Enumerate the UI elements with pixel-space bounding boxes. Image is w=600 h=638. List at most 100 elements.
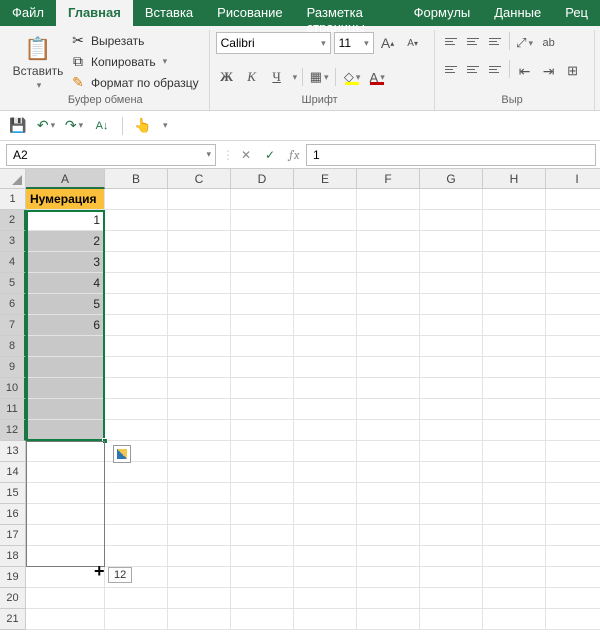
cell[interactable]	[294, 273, 357, 294]
row-header[interactable]: 6	[0, 294, 26, 315]
cell[interactable]	[420, 210, 483, 231]
bold-button[interactable]: Ж	[216, 66, 238, 88]
cell[interactable]	[483, 504, 546, 525]
cell[interactable]	[105, 336, 168, 357]
cell-A7[interactable]: 6	[26, 315, 105, 336]
cell[interactable]	[105, 315, 168, 336]
row-header[interactable]: 8	[0, 336, 26, 357]
row-header[interactable]: 9	[0, 357, 26, 378]
cell[interactable]	[483, 588, 546, 609]
fill-color-button[interactable]: ◇▾	[341, 66, 363, 88]
row-header[interactable]: 16	[0, 504, 26, 525]
align-left-button[interactable]	[441, 60, 461, 78]
cell[interactable]	[105, 609, 168, 630]
cell[interactable]	[357, 210, 420, 231]
cell[interactable]	[483, 294, 546, 315]
border-button[interactable]: ▦▾	[308, 66, 330, 88]
cell[interactable]	[294, 357, 357, 378]
cell[interactable]	[105, 525, 168, 546]
cell[interactable]	[546, 336, 600, 357]
cell[interactable]	[357, 567, 420, 588]
cell[interactable]	[483, 315, 546, 336]
cell[interactable]	[105, 504, 168, 525]
cell[interactable]	[483, 252, 546, 273]
cell[interactable]	[546, 189, 600, 210]
cell[interactable]	[168, 231, 231, 252]
cell[interactable]	[546, 252, 600, 273]
tab-data[interactable]: Данные	[482, 0, 553, 26]
cell[interactable]	[294, 420, 357, 441]
paste-button[interactable]: 📋 Вставить ▾	[12, 32, 64, 91]
cell[interactable]	[294, 252, 357, 273]
cell[interactable]	[546, 399, 600, 420]
row-header[interactable]: 18	[0, 546, 26, 567]
cell[interactable]	[546, 525, 600, 546]
cell[interactable]	[483, 378, 546, 399]
cell[interactable]	[105, 462, 168, 483]
cell[interactable]	[546, 567, 600, 588]
copy-button[interactable]: ⧉ Копировать ▾	[70, 53, 199, 70]
grow-font-button[interactable]: A▴	[377, 32, 399, 54]
cell[interactable]	[420, 588, 483, 609]
cell[interactable]	[105, 399, 168, 420]
row-header[interactable]: 1	[0, 189, 26, 210]
cell-A6[interactable]: 5	[26, 294, 105, 315]
cell[interactable]	[546, 483, 600, 504]
cell[interactable]	[420, 504, 483, 525]
cell[interactable]	[168, 357, 231, 378]
cell-A19[interactable]	[26, 567, 105, 588]
cell[interactable]	[231, 399, 294, 420]
name-box[interactable]: A2 ▾	[6, 144, 216, 166]
cell[interactable]	[231, 189, 294, 210]
col-header-E[interactable]: E	[294, 169, 357, 189]
cell[interactable]	[420, 189, 483, 210]
cell[interactable]	[420, 441, 483, 462]
cells-area[interactable]: Нумерация 1 2 3 4 5 6	[26, 189, 600, 630]
cell[interactable]	[231, 336, 294, 357]
tab-draw[interactable]: Рисование	[205, 0, 294, 26]
cell-A15[interactable]	[26, 483, 105, 504]
cell[interactable]	[483, 357, 546, 378]
cell[interactable]	[168, 483, 231, 504]
col-header-B[interactable]: B	[105, 169, 168, 189]
select-all-button[interactable]	[0, 169, 26, 189]
merge-button[interactable]: ⊞	[562, 60, 584, 82]
cell[interactable]	[483, 231, 546, 252]
col-header-C[interactable]: C	[168, 169, 231, 189]
cell[interactable]	[105, 588, 168, 609]
orientation-button[interactable]: ⤢▾	[514, 32, 536, 54]
cell[interactable]	[357, 546, 420, 567]
cell[interactable]	[168, 315, 231, 336]
cell[interactable]	[357, 504, 420, 525]
tab-pagelayout[interactable]: Разметка страницы	[295, 0, 402, 26]
row-header[interactable]: 20	[0, 588, 26, 609]
cell[interactable]	[357, 462, 420, 483]
cell-A16[interactable]	[26, 504, 105, 525]
cell[interactable]	[420, 294, 483, 315]
cell[interactable]	[294, 378, 357, 399]
cell[interactable]	[546, 420, 600, 441]
cell[interactable]	[357, 525, 420, 546]
cell[interactable]	[546, 294, 600, 315]
cell[interactable]	[168, 462, 231, 483]
cell[interactable]	[231, 252, 294, 273]
cell[interactable]	[483, 567, 546, 588]
cell[interactable]	[420, 483, 483, 504]
cell[interactable]	[231, 588, 294, 609]
align-bottom-button[interactable]	[485, 32, 505, 50]
cell[interactable]	[483, 189, 546, 210]
cell[interactable]	[231, 441, 294, 462]
cell[interactable]	[420, 609, 483, 630]
row-header[interactable]: 4	[0, 252, 26, 273]
cell[interactable]	[483, 525, 546, 546]
cell[interactable]	[231, 315, 294, 336]
cell[interactable]	[357, 294, 420, 315]
cell[interactable]	[357, 609, 420, 630]
cell[interactable]	[294, 336, 357, 357]
cell[interactable]	[357, 420, 420, 441]
cell[interactable]	[105, 378, 168, 399]
cell[interactable]	[357, 441, 420, 462]
cell-A2[interactable]: 1	[26, 210, 105, 231]
cell[interactable]	[546, 378, 600, 399]
cell-A1[interactable]: Нумерация	[26, 189, 105, 210]
